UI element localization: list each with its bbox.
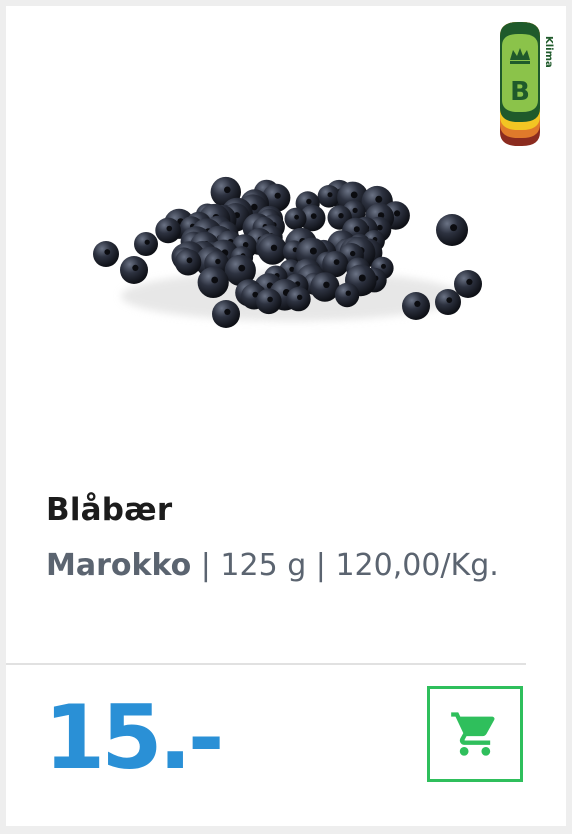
price-label: 15.- — [44, 686, 224, 789]
product-weight: 125 g — [220, 548, 307, 583]
climate-grade: B — [510, 77, 530, 107]
product-origin: Marokko — [46, 548, 192, 583]
divider — [6, 663, 526, 665]
product-title: Blåbær — [46, 492, 173, 528]
climate-text: Klima — [543, 36, 554, 68]
climate-label: B Klima — [496, 22, 556, 152]
product-details: Marokko | 125 g | 120,00/Kg. — [46, 548, 499, 583]
crown-icon — [510, 48, 530, 64]
product-card[interactable]: B Klima Blåbær Marokko | 125 g | 120,00/… — [6, 6, 566, 826]
unit-price: 120,00/Kg. — [335, 548, 499, 583]
cart-icon — [451, 712, 495, 756]
add-to-cart-button[interactable] — [427, 686, 523, 782]
separator: | — [306, 548, 336, 583]
blueberries-image — [93, 176, 482, 328]
separator: | — [191, 548, 221, 583]
